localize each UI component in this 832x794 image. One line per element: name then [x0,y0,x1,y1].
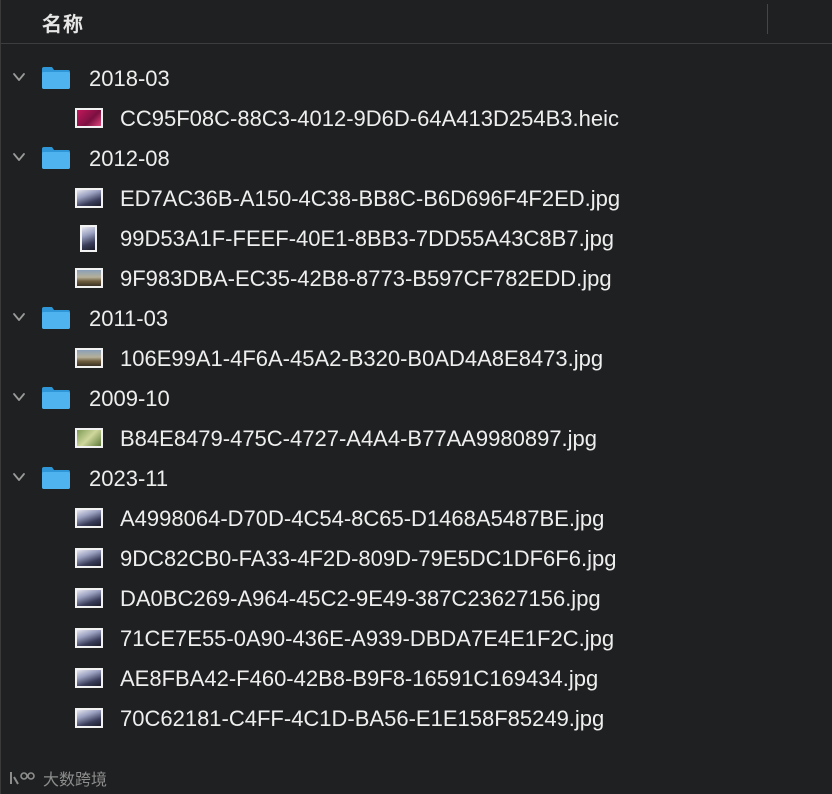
file-name: 9F983DBA-EC35-42B8-8773-B597CF782EDD.jpg [120,266,612,291]
image-thumbnail-icon [75,628,103,648]
file-row[interactable]: 99D53A1F-FEEF-40E1-8BB3-7DD55A43C8B7.jpg [1,218,832,258]
watermark-logo-icon [10,772,35,785]
disclosure-chevron-icon[interactable] [11,469,27,485]
nature-thumbnail-icon [75,428,103,448]
name-column-header[interactable]: 名称 [42,8,84,37]
watermark-text: 大数跨境 [43,772,108,789]
file-row[interactable]: DA0BC269-A964-45C2-9E49-387C23627156.jpg [1,578,832,618]
folder-row[interactable]: 2018-03 [1,58,832,98]
image-thumbnail-icon [75,548,103,568]
file-name: AE8FBA42-F460-42B8-B9F8-16591C169434.jpg [120,666,599,691]
folder-row[interactable]: 2023-11 [1,458,832,498]
folder-icon [41,305,71,330]
file-name: CC95F08C-88C3-4012-9D6D-64A413D254B3.hei… [120,106,619,131]
file-name: 71CE7E55-0A90-436E-A939-DBDA7E4E1F2C.jpg [120,626,615,651]
watermark: 大数跨境 [9,766,107,790]
landscape-thumbnail-icon [75,348,103,368]
disclosure-chevron-icon[interactable] [11,389,27,405]
landscape-thumbnail-icon [75,268,103,288]
folder-icon [41,465,71,490]
image-thumbnail-icon [75,588,103,608]
folder-row[interactable]: 2011-03 [1,298,832,338]
folder-name: 2023-11 [89,466,169,491]
file-row[interactable]: AE8FBA42-F460-42B8-B9F8-16591C169434.jpg [1,658,832,698]
file-row[interactable]: CC95F08C-88C3-4012-9D6D-64A413D254B3.hei… [1,98,832,138]
column-divider[interactable] [767,4,768,34]
file-row[interactable]: 71CE7E55-0A90-436E-A939-DBDA7E4E1F2C.jpg [1,618,832,658]
folder-icon [41,385,71,410]
image-thumbnail-icon [75,188,103,208]
file-row[interactable]: B84E8479-475C-4727-A4A4-B77AA9980897.jpg [1,418,832,458]
folder-name: 2012-08 [89,146,170,171]
file-name: 106E99A1-4F6A-45A2-B320-B0AD4A8E8473.jpg [120,346,604,371]
image-thumbnail-icon [75,668,103,688]
folder-name: 2018-03 [89,66,170,91]
file-list: 2018-03 CC95F08C-88C3-4012-9D6D-64A413D25… [1,58,832,738]
image-thumbnail-icon [75,508,103,528]
folder-row[interactable]: 2012-08 [1,138,832,178]
file-row[interactable]: 106E99A1-4F6A-45A2-B320-B0AD4A8E8473.jpg [1,338,832,378]
folder-name: 2011-03 [89,306,169,331]
disclosure-chevron-icon[interactable] [11,309,27,325]
disclosure-chevron-icon[interactable] [11,69,27,85]
file-row[interactable]: 9DC82CB0-FA33-4F2D-809D-79E5DC1DF6F6.jpg [1,538,832,578]
folder-name: 2009-10 [89,386,170,411]
file-row[interactable]: 70C62181-C4FF-4C1D-BA56-E1E158F85249.jpg [1,698,832,738]
file-name: 70C62181-C4FF-4C1D-BA56-E1E158F85249.jpg [120,706,605,731]
file-row[interactable]: ED7AC36B-A150-4C38-BB8C-B6D696F4F2ED.jpg [1,178,832,218]
flower-thumbnail-icon [75,108,103,128]
file-name: DA0BC269-A964-45C2-9E49-387C23627156.jpg [120,586,601,611]
file-row[interactable]: 9F983DBA-EC35-42B8-8773-B597CF782EDD.jpg [1,258,832,298]
file-name: 99D53A1F-FEEF-40E1-8BB3-7DD55A43C8B7.jpg [120,226,615,251]
file-name: 9DC82CB0-FA33-4F2D-809D-79E5DC1DF6F6.jpg [120,546,617,571]
finder-window: 名称 2018-03 CC95F08C-88C3-4012-9D6D-64A413… [0,0,832,794]
file-name: A4998064-D70D-4C54-8C65-D1468A5487BE.jpg [120,506,605,531]
file-name: B84E8479-475C-4727-A4A4-B77AA9980897.jpg [120,426,598,451]
folder-row[interactable]: 2009-10 [1,378,832,418]
image-thumbnail-icon [75,708,103,728]
image-thumbnail-icon [80,225,97,252]
file-name: ED7AC36B-A150-4C38-BB8C-B6D696F4F2ED.jpg [120,186,621,211]
folder-icon [41,65,71,90]
file-row[interactable]: A4998064-D70D-4C54-8C65-D1468A5487BE.jpg [1,498,832,538]
column-header: 名称 [1,0,832,44]
disclosure-chevron-icon[interactable] [11,149,27,165]
folder-icon [41,145,71,170]
